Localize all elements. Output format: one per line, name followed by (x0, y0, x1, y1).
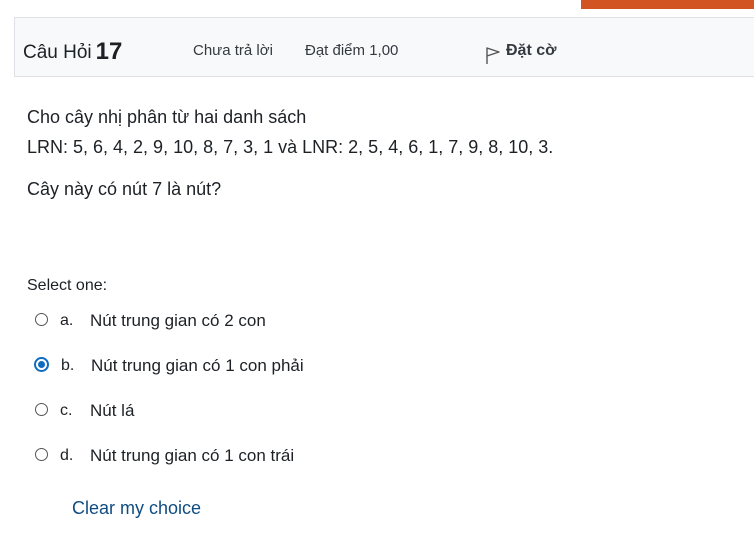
question-number: 17 (95, 38, 123, 65)
answer-option-b[interactable]: b. Nút trung gian có 1 con phải (34, 355, 304, 400)
radio-button-d[interactable] (35, 448, 48, 461)
question-number-heading: Câu Hỏi 17 (23, 37, 122, 65)
flag-question-button[interactable]: Đặt cờ (484, 40, 557, 65)
radio-button-b[interactable] (34, 357, 49, 372)
flag-label: Đặt cờ (506, 42, 557, 59)
question-line-3: Cây này có nút 7 là nút? (27, 179, 222, 199)
answer-letter: d. (60, 447, 74, 464)
answer-option-d[interactable]: d. Nút trung gian có 1 con trái (35, 445, 304, 490)
answer-option-c[interactable]: c. Nút lá (35, 400, 304, 445)
select-one-prompt: Select one: (27, 277, 108, 294)
answer-text: Nút trung gian có 1 con phải (91, 356, 304, 375)
answer-option-a[interactable]: a. Nút trung gian có 2 con (35, 310, 304, 355)
question-info-header: Câu Hỏi 17 Chưa trả lời Đạt điểm 1,00 Đặt… (14, 17, 754, 77)
answer-text: Nút lá (90, 401, 135, 420)
question-line-1: Cho cây nhị phân từ hai danh sách (27, 107, 307, 127)
question-line-2: LRN: 5, 6, 4, 2, 9, 10, 8, 7, 3, 1 và LN… (27, 137, 554, 157)
answer-letter: c. (60, 402, 73, 419)
answer-text: Nút trung gian có 1 con trái (90, 446, 295, 465)
top-accent-bar (581, 0, 754, 9)
question-state: Chưa trả lời (193, 42, 273, 59)
radio-button-c[interactable] (35, 403, 48, 416)
radio-button-a[interactable] (35, 313, 48, 326)
answer-letter: a. (60, 312, 74, 329)
answer-letter: b. (61, 357, 75, 374)
question-label: Câu Hỏi (23, 42, 92, 63)
question-grade: Đạt điểm 1,00 (305, 42, 399, 59)
question-text: Cho cây nhị phân từ hai danh sách LRN: 5… (27, 102, 553, 204)
clear-my-choice-link[interactable]: Clear my choice (72, 498, 201, 519)
answer-options: a. Nút trung gian có 2 con b. Nút trung … (34, 310, 304, 490)
answer-text: Nút trung gian có 2 con (90, 311, 266, 330)
flag-outline-icon (484, 43, 502, 65)
